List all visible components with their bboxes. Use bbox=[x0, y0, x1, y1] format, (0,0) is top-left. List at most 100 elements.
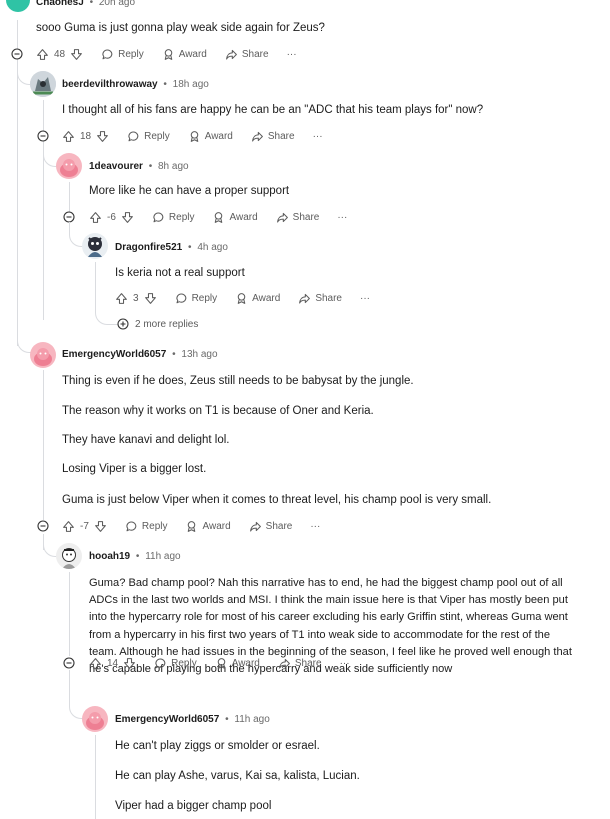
thread-line[interactable] bbox=[69, 182, 70, 212]
author-name[interactable]: beerdevilthrowaway bbox=[62, 79, 158, 90]
upvote-icon[interactable] bbox=[89, 657, 102, 670]
vote-count: -7 bbox=[80, 520, 89, 532]
avatar-image bbox=[56, 543, 82, 569]
collapse-thread-icon[interactable] bbox=[63, 657, 75, 669]
more-options-button[interactable]: ··· bbox=[313, 131, 323, 142]
vote-group: 14 bbox=[89, 657, 136, 670]
share-button[interactable]: Share bbox=[251, 130, 295, 143]
author-name[interactable]: hooah19 bbox=[89, 551, 130, 562]
award-icon bbox=[188, 130, 201, 143]
downvote-icon[interactable] bbox=[70, 48, 83, 61]
comment-age: 11h ago bbox=[234, 714, 270, 725]
reply-icon bbox=[127, 130, 140, 143]
reply-button[interactable]: Reply bbox=[152, 211, 194, 224]
award-button[interactable]: Award bbox=[162, 48, 207, 61]
downvote-icon[interactable] bbox=[144, 292, 157, 305]
comment-paragraph: He can't play ziggs or smolder or esrael… bbox=[115, 740, 320, 752]
upvote-icon[interactable] bbox=[62, 130, 75, 143]
avatar[interactable] bbox=[56, 153, 82, 179]
thread-line[interactable] bbox=[69, 670, 70, 700]
more-options-button[interactable]: ··· bbox=[287, 49, 297, 60]
more-options-button[interactable]: ··· bbox=[340, 658, 350, 669]
reply-button[interactable]: Reply bbox=[175, 292, 217, 305]
thread-line[interactable] bbox=[43, 370, 44, 520]
avatar[interactable] bbox=[82, 706, 108, 732]
downvote-icon[interactable] bbox=[96, 130, 109, 143]
comment-author[interactable]: EmergencyWorld6057 • 13h ago bbox=[62, 349, 218, 360]
reply-icon bbox=[175, 292, 188, 305]
more-options-button[interactable]: ··· bbox=[337, 212, 347, 223]
upvote-icon[interactable] bbox=[36, 48, 49, 61]
upvote-icon[interactable] bbox=[115, 292, 128, 305]
award-button[interactable]: Award bbox=[185, 520, 231, 533]
thread-line[interactable] bbox=[69, 572, 70, 656]
share-button[interactable]: Share bbox=[276, 211, 319, 224]
downvote-icon[interactable] bbox=[121, 211, 134, 224]
author-name[interactable]: ChaonesJ bbox=[36, 0, 84, 8]
comment-paragraph: Losing Viper is a bigger lost. bbox=[62, 463, 207, 475]
award-button[interactable]: Award bbox=[212, 211, 258, 224]
comment-paragraph: Thing is even if he does, Zeus still nee… bbox=[62, 375, 414, 387]
thread-connector bbox=[95, 306, 118, 325]
author-name[interactable]: 1deavourer bbox=[89, 161, 143, 172]
comment-action-bar: 14 Reply Award Share ··· bbox=[89, 654, 368, 672]
more-options-button[interactable]: ··· bbox=[360, 293, 370, 304]
share-button[interactable]: Share bbox=[278, 657, 322, 670]
vote-group: -6 bbox=[89, 211, 134, 224]
avatar[interactable] bbox=[30, 71, 56, 97]
comment-author[interactable]: 1deavourer • 8h ago bbox=[89, 161, 189, 172]
collapse-thread-icon[interactable] bbox=[11, 48, 23, 60]
share-button[interactable]: Share bbox=[225, 48, 269, 61]
comment-author[interactable]: beerdevilthrowaway • 18h ago bbox=[62, 79, 209, 90]
downvote-icon[interactable] bbox=[123, 657, 136, 670]
upvote-icon[interactable] bbox=[62, 520, 75, 533]
avatar[interactable] bbox=[82, 233, 108, 259]
reply-button[interactable]: Reply bbox=[154, 657, 197, 670]
reply-icon bbox=[125, 520, 138, 533]
thread-connector bbox=[17, 66, 31, 85]
comment-text: I thought all of his fans are happy he c… bbox=[62, 104, 484, 116]
award-button[interactable]: Award bbox=[188, 130, 233, 143]
avatar[interactable] bbox=[56, 543, 82, 569]
reply-button[interactable]: Reply bbox=[127, 130, 170, 143]
comment-paragraph: Guma is just below Viper when it comes t… bbox=[62, 494, 492, 506]
vote-group: 48 bbox=[36, 48, 83, 61]
award-button[interactable]: Award bbox=[235, 292, 280, 305]
upvote-icon[interactable] bbox=[89, 211, 102, 224]
comment-action-bar: 48 Reply Award Share ··· bbox=[36, 45, 315, 63]
comment-author[interactable]: Dragonfire521 • 4h ago bbox=[115, 242, 228, 253]
avatar-image bbox=[82, 233, 108, 259]
downvote-icon[interactable] bbox=[94, 520, 107, 533]
comment-line: from a hypercarry in his first two years… bbox=[89, 628, 550, 641]
thread-line[interactable] bbox=[95, 262, 96, 312]
collapse-thread-icon[interactable] bbox=[37, 520, 49, 532]
comment-paragraph: He can play Ashe, varus, Kai sa, kalista… bbox=[115, 770, 360, 782]
collapse-thread-icon[interactable] bbox=[37, 130, 49, 142]
share-button[interactable]: Share bbox=[249, 520, 292, 533]
author-name[interactable]: EmergencyWorld6057 bbox=[115, 714, 219, 725]
separator-dot: • bbox=[89, 0, 94, 8]
reply-button[interactable]: Reply bbox=[101, 48, 144, 61]
separator-dot: • bbox=[135, 551, 140, 562]
thread-connector bbox=[17, 330, 31, 353]
more-replies-link[interactable]: 2 more replies bbox=[117, 318, 198, 330]
comment-action-bar: -7 Reply Award Share ··· bbox=[62, 517, 338, 535]
separator-dot: • bbox=[148, 161, 153, 172]
vote-count: 3 bbox=[133, 292, 139, 304]
avatar[interactable] bbox=[6, 0, 30, 12]
author-name[interactable]: Dragonfire521 bbox=[115, 242, 182, 253]
comment-author[interactable]: hooah19 • 11h ago bbox=[89, 551, 181, 562]
comment-action-bar: 18 Reply Award Share ··· bbox=[62, 127, 341, 145]
comment-author[interactable]: ChaonesJ • 20h ago bbox=[36, 0, 135, 8]
award-button[interactable]: Award bbox=[215, 657, 260, 670]
author-name[interactable]: EmergencyWorld6057 bbox=[62, 349, 166, 360]
comment-line: Guma? Bad champ pool? Nah this narrative… bbox=[89, 577, 563, 589]
comment-text: More like he can have a proper support bbox=[89, 185, 290, 197]
thread-line[interactable] bbox=[95, 735, 96, 819]
more-options-button[interactable]: ··· bbox=[310, 521, 320, 532]
avatar[interactable] bbox=[30, 342, 56, 368]
reply-button[interactable]: Reply bbox=[125, 520, 167, 533]
share-button[interactable]: Share bbox=[298, 292, 342, 305]
comment-text: Is keria not a real support bbox=[115, 267, 245, 279]
comment-author[interactable]: EmergencyWorld6057 • 11h ago bbox=[115, 714, 270, 725]
